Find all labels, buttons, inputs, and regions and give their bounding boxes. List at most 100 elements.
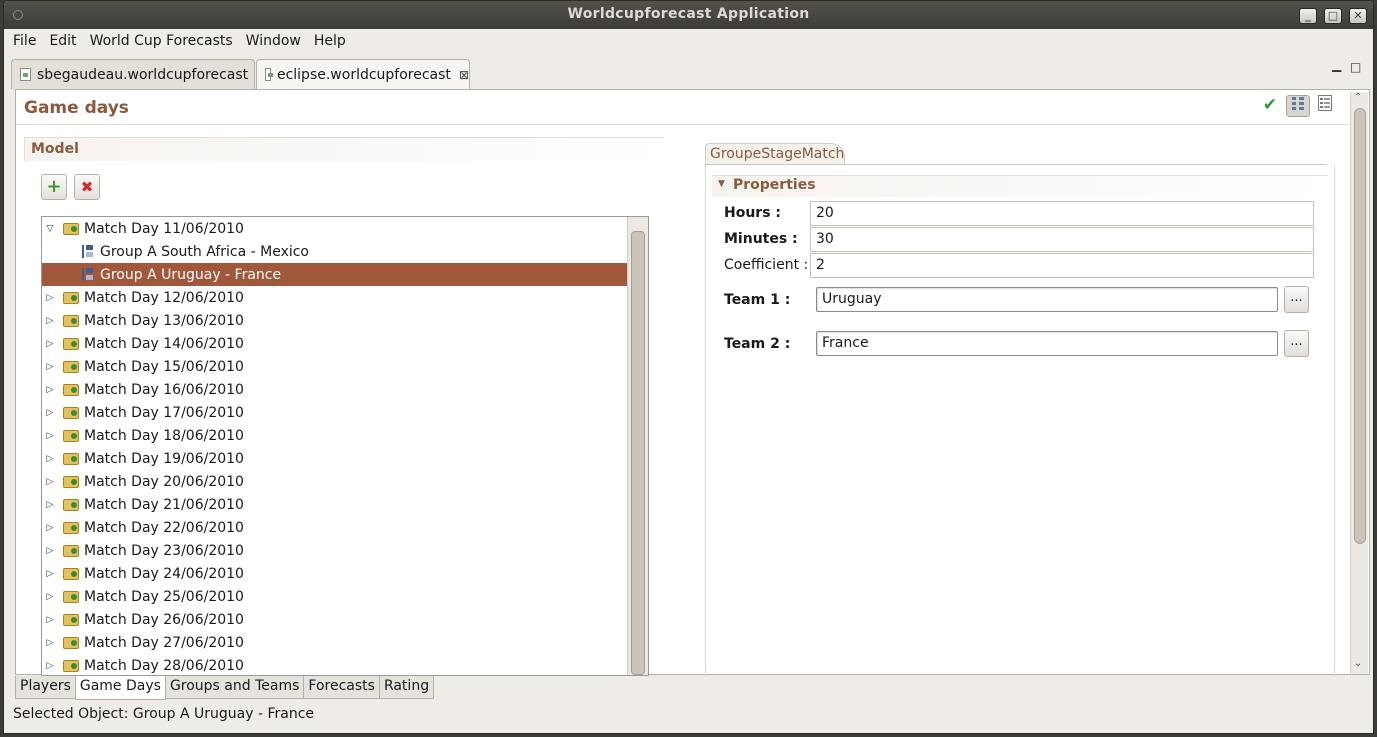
minutes-field[interactable]: 30 <box>810 227 1314 252</box>
tab-groupe-stage-match[interactable]: GroupeStageMatch <box>705 143 845 165</box>
expand-arrow-right-icon[interactable]: ▷ <box>45 546 55 556</box>
tree-item-match-day[interactable]: ▷ Match Day 20/06/2010 <box>42 470 627 493</box>
tree-item-match-day[interactable]: ▷ Match Day 26/06/2010 <box>42 608 627 631</box>
match-icon <box>82 245 94 258</box>
tree-item-label: Match Day 12/06/2010 <box>84 289 244 306</box>
tree-item-match-day[interactable]: ▷ Match Day 18/06/2010 <box>42 424 627 447</box>
tree-item-match-day[interactable]: ▷ Match Day 24/06/2010 <box>42 562 627 585</box>
tree-item-match-day[interactable]: ▷ Match Day 27/06/2010 <box>42 631 627 654</box>
menu-world-cup-forecasts[interactable]: World Cup Forecasts <box>85 33 238 49</box>
validate-check-icon[interactable]: ✔ <box>1258 94 1282 116</box>
match-day-folder-icon <box>63 429 79 442</box>
scrollbar-thumb[interactable] <box>1354 108 1366 544</box>
coefficient-field[interactable]: 2 <box>810 253 1314 278</box>
hours-field[interactable]: 20 <box>810 201 1314 226</box>
tree-item-match-day[interactable]: ▷ Match Day 28/06/2010 <box>42 654 627 675</box>
match-day-folder-icon <box>63 406 79 419</box>
expand-arrow-right-icon[interactable]: ▷ <box>45 638 55 648</box>
expand-arrow-right-icon[interactable]: ▷ <box>45 408 55 418</box>
model-tree[interactable]: ▽ Match Day 11/06/2010 Group A South Afric… <box>41 216 649 676</box>
tab-players[interactable]: Players <box>15 676 76 699</box>
minimize-view-icon[interactable]: ▁ <box>1332 58 1341 72</box>
tree-item-label: Match Day 23/06/2010 <box>84 542 244 559</box>
expand-arrow-right-icon[interactable]: ▷ <box>45 454 55 464</box>
tab-groups-and-teams[interactable]: Groups and Teams <box>164 676 305 699</box>
maximize-button[interactable]: □ <box>1324 8 1342 24</box>
expand-arrow-down-icon[interactable]: ▽ <box>45 224 55 234</box>
expand-arrow-right-icon[interactable]: ▷ <box>45 523 55 533</box>
tree-item-match-day[interactable]: ▷ Match Day 22/06/2010 <box>42 516 627 539</box>
menu-help[interactable]: Help <box>309 33 351 49</box>
editor-scrollbar[interactable]: ⌃ ⌄ <box>1350 92 1368 674</box>
editor-tab-eclipse[interactable]: eclipse.worldcupforecast ⊠ <box>256 59 470 89</box>
team2-field[interactable]: France <box>816 331 1278 356</box>
close-button[interactable]: ✕ <box>1349 8 1367 24</box>
expand-arrow-right-icon[interactable]: ▷ <box>45 431 55 441</box>
team2-browse-button[interactable]: ... <box>1284 330 1309 357</box>
properties-section-header[interactable]: ▼ Properties <box>712 175 1328 197</box>
tree-item-label: Match Day 25/06/2010 <box>84 588 244 605</box>
tree-item-match-day[interactable]: ▷ Match Day 15/06/2010 <box>42 355 627 378</box>
tree-item-match-day[interactable]: ▷ Match Day 16/06/2010 <box>42 378 627 401</box>
menu-file[interactable]: File <box>8 33 41 49</box>
tree-item-match-day[interactable]: ▷ Match Day 13/06/2010 <box>42 309 627 332</box>
list-view-icon[interactable] <box>1313 95 1337 117</box>
tree-item-match-day[interactable]: ▷ Match Day 25/06/2010 <box>42 585 627 608</box>
tree-item-match[interactable]: Group A South Africa - Mexico <box>42 240 627 263</box>
tree-item-label: Match Day 21/06/2010 <box>84 496 244 513</box>
tree-scrollbar-thumb[interactable] <box>631 231 645 675</box>
tree-item-match-day[interactable]: ▷ Match Day 12/06/2010 <box>42 286 627 309</box>
tree-item-match-day[interactable]: ▷ Match Day 17/06/2010 <box>42 401 627 424</box>
maximize-view-icon[interactable]: □ <box>1350 60 1361 74</box>
team1-label: Team 1 : <box>724 292 791 308</box>
tab-game-days[interactable]: Game Days <box>74 676 166 700</box>
match-day-folder-icon <box>63 475 79 488</box>
tree-item-match-day[interactable]: ▽ Match Day 11/06/2010 <box>42 217 627 240</box>
match-day-folder-icon <box>63 383 79 396</box>
tree-item-label: Match Day 11/06/2010 <box>84 220 244 237</box>
delete-button[interactable]: ✖ <box>74 174 100 200</box>
tree-item-label: Match Day 15/06/2010 <box>84 358 244 375</box>
match-day-folder-icon <box>63 659 79 672</box>
collapse-arrow-icon[interactable]: ▼ <box>718 179 725 189</box>
properties-body: ▼ Properties Hours : 20 Minutes : 30 Coe… <box>705 165 1335 676</box>
match-day-folder-icon <box>63 291 79 304</box>
expand-arrow-right-icon[interactable]: ▷ <box>45 592 55 602</box>
tree-item-match-day[interactable]: ▷ Match Day 23/06/2010 <box>42 539 627 562</box>
expand-arrow-right-icon[interactable]: ▷ <box>45 569 55 579</box>
properties-panel: GroupeStageMatch ▼ Properties Hours : 20… <box>705 139 1335 676</box>
match-day-folder-icon <box>63 337 79 350</box>
expand-arrow-right-icon[interactable]: ▷ <box>45 293 55 303</box>
tree-scrollbar[interactable] <box>627 217 648 675</box>
expand-arrow-right-icon[interactable]: ▷ <box>45 316 55 326</box>
expand-arrow-right-icon[interactable]: ▷ <box>45 385 55 395</box>
tree-item-match-day[interactable]: ▷ Match Day 14/06/2010 <box>42 332 627 355</box>
expand-arrow-right-icon[interactable]: ▷ <box>45 339 55 349</box>
title-bar[interactable]: Worldcupforecast Application _ □ ✕ <box>4 1 1373 29</box>
expand-arrow-right-icon[interactable]: ▷ <box>45 661 55 671</box>
tab-close-icon[interactable]: ⊠ <box>459 68 469 82</box>
expand-arrow-right-icon[interactable]: ▷ <box>45 477 55 487</box>
editor-tab-sbegaudeau[interactable]: sbegaudeau.worldcupforecast <box>11 59 255 89</box>
expand-arrow-right-icon[interactable]: ▷ <box>45 615 55 625</box>
menu-edit[interactable]: Edit <box>44 33 81 49</box>
minimize-button[interactable]: _ <box>1299 8 1317 24</box>
team1-browse-button[interactable]: ... <box>1284 286 1309 313</box>
match-day-folder-icon <box>63 544 79 557</box>
tab-forecasts[interactable]: Forecasts <box>303 676 380 699</box>
expand-arrow-right-icon[interactable]: ▷ <box>45 500 55 510</box>
tree-item-match-day[interactable]: ▷ Match Day 19/06/2010 <box>42 447 627 470</box>
menu-window[interactable]: Window <box>241 33 306 49</box>
tab-rating[interactable]: Rating <box>378 676 435 699</box>
form-view-icon[interactable] <box>1286 95 1310 117</box>
delete-icon: ✖ <box>80 178 94 196</box>
scroll-up-icon[interactable]: ⌃ <box>1354 92 1362 103</box>
header-separator <box>16 124 1349 125</box>
team1-field[interactable]: Uruguay <box>816 287 1278 312</box>
file-icon <box>265 68 273 81</box>
add-button[interactable]: + <box>41 174 67 200</box>
expand-arrow-right-icon[interactable]: ▷ <box>45 362 55 372</box>
tree-item-match[interactable]: Group A Uruguay - France <box>42 263 627 286</box>
scroll-down-icon[interactable]: ⌄ <box>1354 658 1362 669</box>
tree-item-match-day[interactable]: ▷ Match Day 21/06/2010 <box>42 493 627 516</box>
